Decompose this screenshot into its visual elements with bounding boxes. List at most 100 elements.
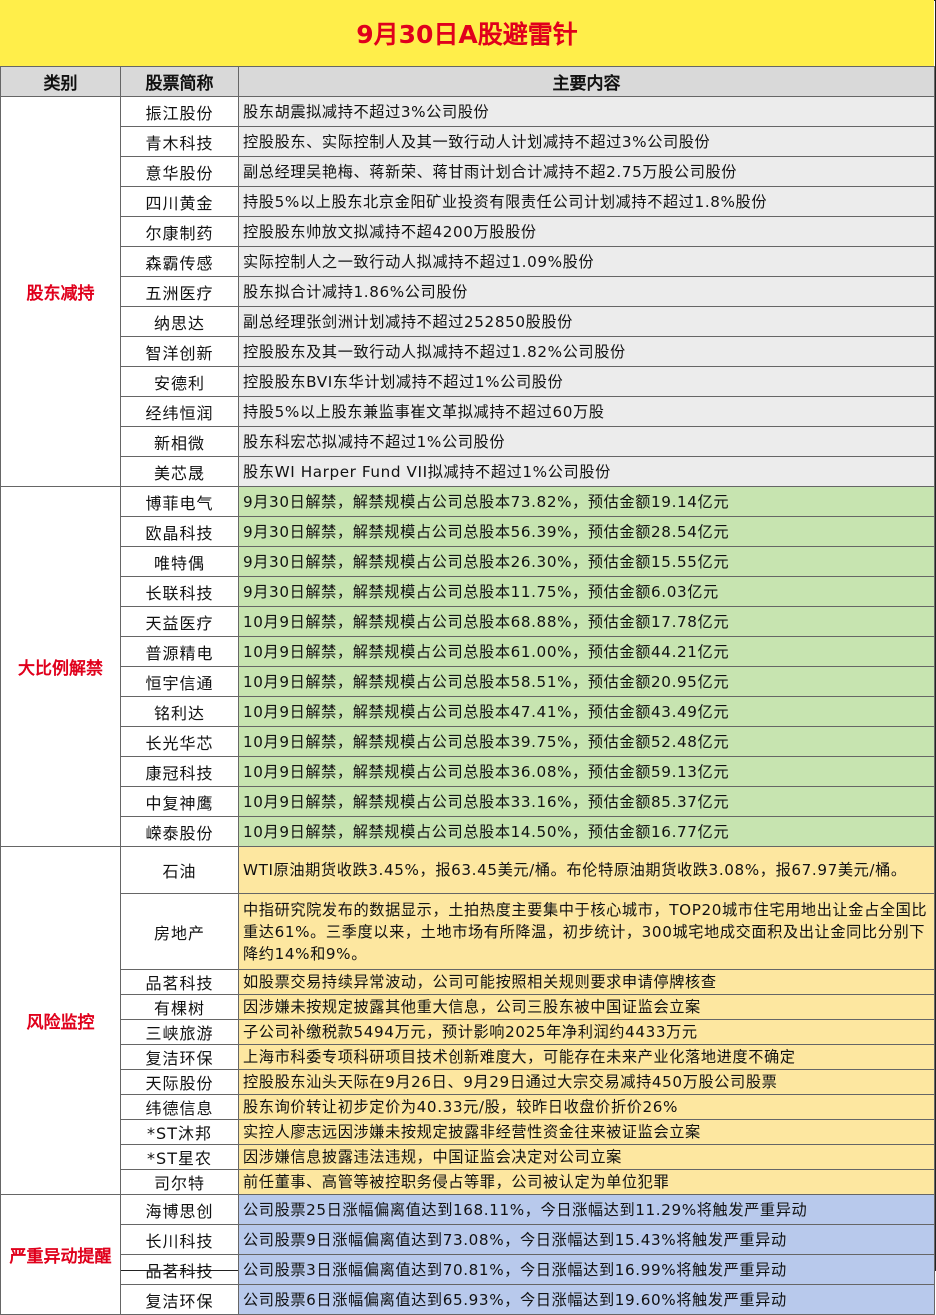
page-title: 9月30日A股避雷针: [0, 0, 934, 67]
table-row: 五洲医疗 股东拟合计减持1.86%公司股份: [1, 276, 935, 307]
stock-name-cell: 安德利: [120, 366, 239, 397]
table-row: 美芯晟 股东WI Harper Fund VII拟减持不超过1%公司股份: [1, 456, 935, 487]
stock-name-cell: 天际股份: [120, 1069, 239, 1095]
content-cell: 股东拟合计减持1.86%公司股份: [238, 276, 935, 307]
stock-name-cell: 康冠科技: [120, 756, 239, 787]
content-cell: 副总经理吴艳梅、蒋新荣、蒋甘雨计划合计减持不超2.75万股公司股份: [238, 156, 935, 187]
content-cell: 因涉嫌未按规定披露其他重大信息，公司三股东被中国证监会立案: [238, 994, 935, 1020]
stock-name-cell: 中复神鹰: [120, 786, 239, 817]
table-row: 长川科技 公司股票9日涨幅偏离值达到73.08%，今日涨幅达到15.43%将触发严…: [1, 1224, 935, 1255]
table-row: 风险监控 石油 WTI原油期货收跌3.45%，报63.45美元/桶。布伦特原油期货收…: [0, 846, 935, 1195]
table-row: 普源精电 10月9日解禁，解禁规模占公司总股本61.00%，预估金额44.21亿元: [1, 636, 935, 667]
content-cell: 10月9日解禁，解禁规模占公司总股本39.75%，预估金额52.48亿元: [238, 726, 935, 757]
content-cell: 公司股票9日涨幅偏离值达到73.08%，今日涨幅达到15.43%将触发严重异动: [238, 1224, 935, 1255]
table-row: 纳思达 副总经理张剑洲计划减持不超过252850股股份: [1, 306, 935, 337]
stock-name-cell: 唯特偶: [120, 546, 239, 577]
table-row: 司尔特 前任董事、高管等被控职务侵占等罪，公司被认定为单位犯罪: [1, 1169, 935, 1195]
content-cell: 中指研究院发布的数据显示，土拍热度主要集中于核心城市，TOP20城市住宅用地出让…: [238, 893, 935, 970]
stock-name-cell: 长川科技: [120, 1224, 239, 1255]
stock-name-cell: 恒宇信通: [120, 666, 239, 697]
content-cell: 控股股东BVI东华计划减持不超过1%公司股份: [238, 366, 935, 397]
stock-name-cell: 品茗科技: [120, 1254, 239, 1285]
content-cell: 10月9日解禁，解禁规模占公司总股本14.50%，预估金额16.77亿元: [238, 816, 935, 847]
header-row: 类别 股票简称 主要内容: [0, 66, 935, 97]
table-row: 唯特偶 9月30日解禁，解禁规模占公司总股本26.30%，预估金额15.55亿元: [1, 546, 935, 577]
stock-name-cell: 有棵树: [120, 994, 239, 1020]
table-row: 品茗科技 如股票交易持续异常波动，公司可能按照相关规则要求申请停牌核查: [1, 969, 935, 995]
table-row: 中复神鹰 10月9日解禁，解禁规模占公司总股本33.16%，预估金额85.37亿元: [1, 786, 935, 817]
stock-name-cell: 尔康制药: [120, 216, 239, 247]
content-cell: 控股股东、实际控制人及其一致行动人计划减持不超过3%公司股份: [238, 126, 935, 157]
stock-name-cell: 铭利达: [120, 696, 239, 727]
content-cell: 股东胡震拟减持不超过3%公司股份: [238, 96, 935, 127]
table-row: 股东减持 振江股份 股东胡震拟减持不超过3%公司股份: [0, 96, 935, 487]
table-row: 严重异动提醒 海博思创 公司股票25日涨幅偏离值达到168.11%，今日涨幅达到11…: [0, 1194, 935, 1315]
table-row: 有棵树 因涉嫌未按规定披露其他重大信息，公司三股东被中国证监会立案: [1, 994, 935, 1020]
table-row: 大比例解禁 博菲电气 9月30日解禁，解禁规模占公司总股本73.82%，预估金额19…: [0, 486, 935, 847]
content-cell: 10月9日解禁，解禁规模占公司总股本68.88%，预估金额17.78亿元: [238, 606, 935, 637]
stock-name-cell: *ST星农: [120, 1144, 239, 1170]
content-cell: 股东询价转让初步定价为40.33元/股，较昨日收盘价折价26%: [238, 1094, 935, 1120]
stock-name-cell: 新相微: [120, 426, 239, 457]
stock-name-cell: 纬德信息: [120, 1094, 239, 1120]
content-cell: 副总经理张剑洲计划减持不超过252850股股份: [238, 306, 935, 337]
header-category: 类别: [0, 66, 121, 97]
stock-name-cell: 四川黄金: [120, 186, 239, 217]
content-cell: 前任董事、高管等被控职务侵占等罪，公司被认定为单位犯罪: [238, 1169, 935, 1195]
stock-name-cell: 嵘泰股份: [120, 816, 239, 847]
table-row: 意华股份 副总经理吴艳梅、蒋新荣、蒋甘雨计划合计减持不超2.75万股公司股份: [1, 156, 935, 187]
table-row: 铭利达 10月9日解禁，解禁规模占公司总股本47.41%，预估金额43.49亿元: [1, 696, 935, 727]
content-cell: 持股5%以上股东兼监事崔文革拟减持不超过60万股: [238, 396, 935, 427]
content-cell: 股东WI Harper Fund VII拟减持不超过1%公司股份: [238, 456, 935, 487]
stock-name-cell: 品茗科技: [120, 969, 239, 995]
content-cell: 实控人廖志远因涉嫌未按规定披露非经营性资金往来被证监会立案: [238, 1119, 935, 1145]
content-cell: 9月30日解禁，解禁规模占公司总股本73.82%，预估金额19.14亿元: [238, 486, 935, 517]
table-row: *ST星农 因涉嫌信息披露违法违规，中国证监会决定对公司立案: [1, 1144, 935, 1170]
table-row: 经纬恒润 持股5%以上股东兼监事崔文革拟减持不超过60万股: [1, 396, 935, 427]
stock-name-cell: *ST沐邦: [120, 1119, 239, 1145]
table-row: 四川黄金 持股5%以上股东北京金阳矿业投资有限责任公司计划减持不超过1.8%股份: [1, 186, 935, 217]
content-cell: 上海市科委专项科研项目技术创新难度大，可能存在未来产业化落地进度不确定: [238, 1044, 935, 1070]
content-cell: 控股股东及其一致行动人拟减持不超过1.82%公司股份: [238, 336, 935, 367]
stock-name-cell: 意华股份: [120, 156, 239, 187]
table-row: 恒宇信通 10月9日解禁，解禁规模占公司总股本58.51%，预估金额20.95亿元: [1, 666, 935, 697]
stock-name-cell: 房地产: [120, 893, 239, 970]
table-row: 长联科技 9月30日解禁，解禁规模占公司总股本11.75%，预估金额6.03亿元: [1, 576, 935, 607]
stock-name-cell: 欧晶科技: [120, 516, 239, 547]
table-row: 新相微 股东科宏芯拟减持不超过1%公司股份: [1, 426, 935, 457]
table-row: 长光华芯 10月9日解禁，解禁规模占公司总股本39.75%，预估金额52.48亿元: [1, 726, 935, 757]
header-content: 主要内容: [238, 66, 935, 97]
table-row: 智洋创新 控股股东及其一致行动人拟减持不超过1.82%公司股份: [1, 336, 935, 367]
stock-name-cell: 石油: [120, 846, 239, 894]
content-cell: 9月30日解禁，解禁规模占公司总股本26.30%，预估金额15.55亿元: [238, 546, 935, 577]
stock-name-cell: 普源精电: [120, 636, 239, 667]
stock-name-cell: 森霸传感: [120, 246, 239, 277]
table-row: 天际股份 控股股东汕头天际在9月26日、9月29日通过大宗交易减持450万股公司股…: [1, 1069, 935, 1095]
table-row: 康冠科技 10月9日解禁，解禁规模占公司总股本36.08%，预估金额59.13亿元: [1, 756, 935, 787]
table-row: 嵘泰股份 10月9日解禁，解禁规模占公司总股本14.50%，预估金额16.77亿元: [1, 816, 935, 847]
stock-name-cell: 三峡旅游: [120, 1019, 239, 1045]
stock-name-cell: 长联科技: [120, 576, 239, 607]
stock-name-cell: 复洁环保: [120, 1284, 239, 1315]
category-cell: 大比例解禁: [0, 486, 121, 847]
table-row: 天益医疗 10月9日解禁，解禁规模占公司总股本68.88%，预估金额17.78亿元: [1, 606, 935, 637]
table-row: 欧晶科技 9月30日解禁，解禁规模占公司总股本56.39%，预估金额28.54亿元: [1, 516, 935, 547]
content-cell: 10月9日解禁，解禁规模占公司总股本36.08%，预估金额59.13亿元: [238, 756, 935, 787]
content-cell: 9月30日解禁，解禁规模占公司总股本11.75%，预估金额6.03亿元: [238, 576, 935, 607]
stock-name-cell: 青木科技: [120, 126, 239, 157]
table-row: 三峡旅游 子公司补缴税款5494万元，预计影响2025年净利润约4433万元: [1, 1019, 935, 1045]
content-cell: 公司股票25日涨幅偏离值达到168.11%，今日涨幅达到11.29%将触发严重异…: [238, 1194, 935, 1225]
stock-name-cell: 复洁环保: [120, 1044, 239, 1070]
content-cell: 控股股东帅放文拟减持不超4200万股股份: [238, 216, 935, 247]
header-name: 股票简称: [120, 66, 239, 97]
content-cell: 因涉嫌信息披露违法违规，中国证监会决定对公司立案: [238, 1144, 935, 1170]
content-cell: 子公司补缴税款5494万元，预计影响2025年净利润约4433万元: [238, 1019, 935, 1045]
stock-name-cell: 振江股份: [120, 96, 239, 127]
stock-name-cell: 司尔特: [120, 1169, 239, 1195]
table-row: 纬德信息 股东询价转让初步定价为40.33元/股，较昨日收盘价折价26%: [1, 1094, 935, 1120]
table-row: 青木科技 控股股东、实际控制人及其一致行动人计划减持不超过3%公司股份: [1, 126, 935, 157]
stock-name-cell: 五洲医疗: [120, 276, 239, 307]
table-row: 森霸传感 实际控制人之一致行动人拟减持不超过1.09%股份: [1, 246, 935, 277]
table-row: 房地产 中指研究院发布的数据显示，土拍热度主要集中于核心城市，TOP20城市住宅用…: [1, 893, 935, 970]
content-cell: 持股5%以上股东北京金阳矿业投资有限责任公司计划减持不超过1.8%股份: [238, 186, 935, 217]
